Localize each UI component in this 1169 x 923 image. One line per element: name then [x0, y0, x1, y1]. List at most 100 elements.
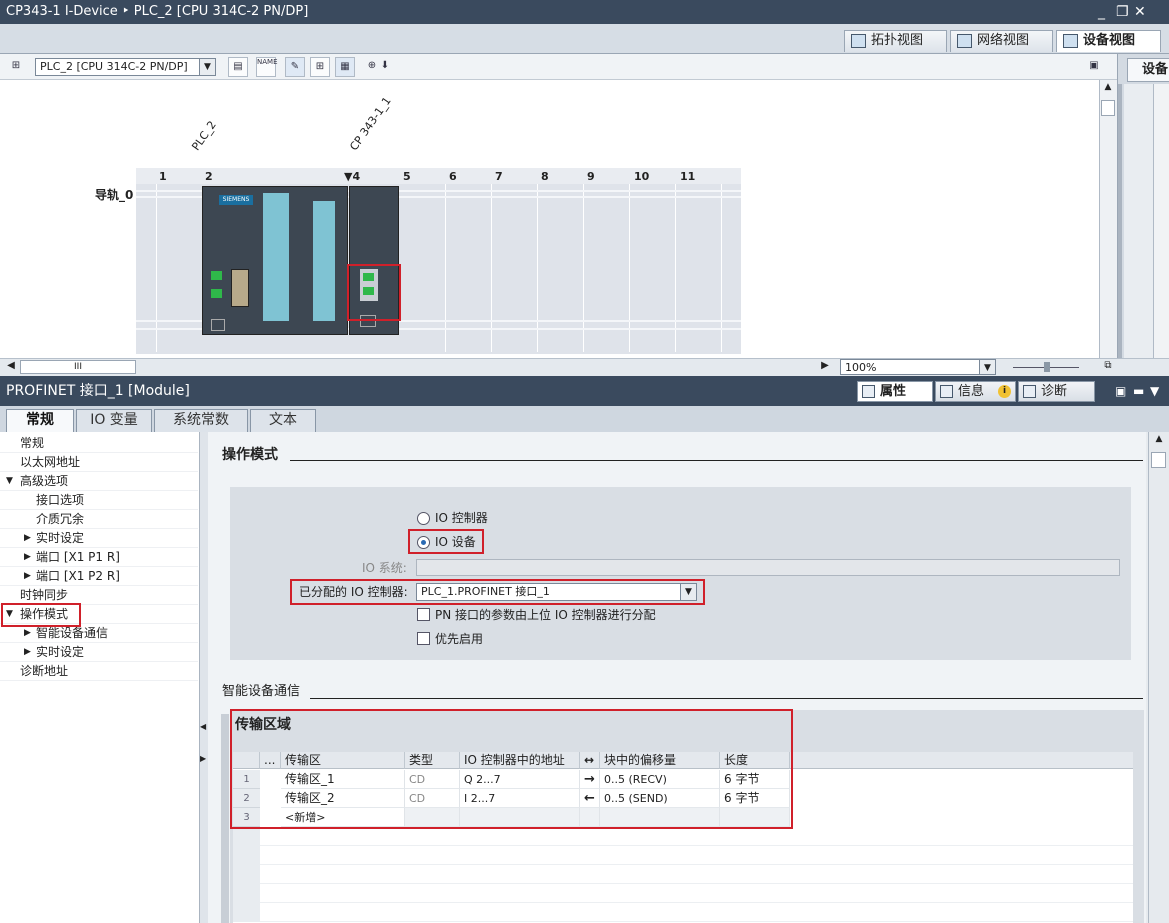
- nav-item-ethernet-address[interactable]: 以太网地址: [0, 453, 198, 472]
- tab-network-view[interactable]: 网络视图: [950, 30, 1053, 52]
- expand-icon[interactable]: ▼: [6, 472, 13, 491]
- tab-io-tags[interactable]: IO 变量: [76, 409, 152, 432]
- cp-port-highlight: [347, 264, 401, 321]
- nav-item-media-redundancy[interactable]: 介质冗余: [0, 510, 198, 529]
- expand-right-icon[interactable]: ▶: [200, 754, 206, 763]
- col-filler: [790, 752, 1133, 769]
- device-selector-value: PLC_2 [CPU 314C-2 PN/DP]: [40, 60, 188, 73]
- collapse-icon[interactable]: ▬: [1133, 376, 1144, 406]
- slot-divider: [629, 184, 630, 352]
- expand-icon[interactable]: ▶: [24, 567, 31, 586]
- slot-label: ▼4: [344, 170, 361, 183]
- expand-icon[interactable]: ▶: [24, 529, 31, 548]
- panel-splitter[interactable]: ◀ ▶: [200, 432, 208, 923]
- nav-item-label: 实时设定: [36, 645, 85, 659]
- tab-device-view[interactable]: 设备视图: [1056, 30, 1161, 52]
- pn-params-checkbox[interactable]: [417, 608, 430, 621]
- table-view-icon[interactable]: ▦: [335, 57, 355, 77]
- io-controller-radio[interactable]: [417, 512, 430, 525]
- tab-label: 信息: [958, 384, 985, 399]
- cpu-io-panel: [263, 193, 289, 321]
- window-layout-icon[interactable]: ▣: [1115, 376, 1126, 406]
- scroll-thumb[interactable]: [1101, 100, 1115, 116]
- slot-divider: [583, 184, 584, 352]
- siemens-logo: SIEMENS: [219, 195, 253, 205]
- nav-item-realtime-settings-2[interactable]: ▶ 实时设定: [0, 643, 198, 662]
- nav-item-port-p1[interactable]: ▶ 端口 [X1 P1 R]: [0, 548, 198, 567]
- strip-divider: [1118, 84, 1122, 358]
- name-rename-icon[interactable]: NAME: [256, 57, 278, 77]
- tab-properties[interactable]: 属性: [857, 381, 933, 402]
- hscroll-thumb[interactable]: III: [20, 360, 136, 374]
- nav-item-label: 端口 [X1 P1 R]: [36, 550, 120, 564]
- operation-mode-heading: 操作模式: [222, 447, 278, 463]
- tab-topology-view[interactable]: 拓扑视图: [844, 30, 947, 52]
- panel-edge: [221, 714, 229, 923]
- rack-view-icon[interactable]: ▤: [228, 57, 248, 77]
- tab-label: 诊断: [1041, 384, 1068, 399]
- scroll-up-icon[interactable]: ▲: [1151, 434, 1167, 448]
- overview-icon[interactable]: ▣: [1084, 57, 1104, 77]
- zoom-slider-handle[interactable]: [1044, 362, 1050, 372]
- priority-startup-label: 优先启用: [435, 632, 484, 646]
- nav-item-diagnostic-address[interactable]: 诊断地址: [0, 662, 198, 681]
- chevron-down-icon: ▼: [979, 360, 995, 374]
- empty-row: [233, 903, 1133, 922]
- draw-mode-icon[interactable]: ✎: [285, 57, 305, 77]
- network-icon: [957, 34, 972, 48]
- empty-row: [233, 827, 1133, 846]
- restore-button[interactable]: ❐: [1116, 0, 1129, 24]
- slot-label: 5: [403, 170, 411, 183]
- scroll-right-icon[interactable]: ▶: [818, 360, 832, 374]
- slot-divider: [721, 184, 722, 352]
- nav-item-general[interactable]: 常规: [0, 434, 198, 453]
- tab-general[interactable]: 常规: [6, 409, 74, 432]
- properties-vscroll[interactable]: ▲: [1148, 432, 1169, 923]
- nav-item-advanced-options[interactable]: ▼ 高级选项: [0, 472, 198, 491]
- nav-item-interface-options[interactable]: 接口选项: [0, 491, 198, 510]
- close-button[interactable]: ✕: [1134, 0, 1146, 24]
- strip-vscroll[interactable]: [1153, 84, 1169, 358]
- nav-item-label: 以太网地址: [20, 455, 81, 469]
- tab-diagnostics[interactable]: 诊断: [1018, 381, 1095, 402]
- inspector-title: PROFINET 接口_1 [Module]: [6, 383, 190, 399]
- slot-label: 8: [541, 170, 549, 183]
- fit-view-icon[interactable]: ⧉: [1100, 360, 1116, 374]
- nav-item-label: 诊断地址: [20, 664, 69, 678]
- device-data-strip: 设备: [1117, 54, 1169, 358]
- nav-item-label: 端口 [X1 P2 R]: [36, 569, 120, 583]
- empty-row: [233, 846, 1133, 865]
- assigned-controller-highlight: [290, 579, 705, 605]
- grid-icon[interactable]: ⊞: [310, 57, 330, 77]
- zoom-selector[interactable]: 100% ▼: [840, 359, 996, 375]
- cpu-module[interactable]: SIEMENS: [202, 186, 348, 335]
- expand-icon[interactable]: ▶: [24, 643, 31, 662]
- chevron-down-icon: ▼: [199, 59, 215, 75]
- nav-item-realtime-settings[interactable]: ▶ 实时设定: [0, 529, 198, 548]
- expand-icon[interactable]: ▶: [24, 548, 31, 567]
- slot-divider: [675, 184, 676, 352]
- collapse-left-icon[interactable]: ◀: [200, 722, 206, 731]
- network-tree-icon[interactable]: ⊞: [6, 57, 26, 77]
- slot-divider: [537, 184, 538, 352]
- scroll-thumb[interactable]: [1151, 452, 1166, 468]
- diagnostics-icon: [1023, 385, 1036, 398]
- device-data-tab[interactable]: 设备: [1127, 58, 1169, 82]
- scroll-left-icon[interactable]: ◀: [4, 360, 18, 374]
- info-badge-icon: i: [998, 385, 1011, 398]
- section-divider: [310, 698, 1143, 699]
- tab-system-constants[interactable]: 系统常数: [154, 409, 248, 432]
- chevron-down-icon[interactable]: ▼: [1150, 376, 1159, 406]
- device-selector[interactable]: PLC_2 [CPU 314C-2 PN/DP] ▼: [35, 58, 216, 76]
- tab-texts[interactable]: 文本: [250, 409, 316, 432]
- canvas-vscroll[interactable]: ▲: [1099, 80, 1117, 358]
- zoom-dropdown-icon[interactable]: ⬇: [378, 57, 392, 77]
- tab-info[interactable]: 信息 i: [935, 381, 1016, 402]
- ethernet-port-icon: [211, 271, 222, 280]
- nav-item-label: 接口选项: [36, 493, 85, 507]
- nav-item-port-p2[interactable]: ▶ 端口 [X1 P2 R]: [0, 567, 198, 586]
- minimize-button[interactable]: _: [1098, 0, 1105, 24]
- window-title-bar: CP343-1 I-Device ‣ PLC_2 [CPU 314C-2 PN/…: [0, 0, 1169, 24]
- scroll-up-icon[interactable]: ▲: [1101, 82, 1115, 96]
- priority-startup-checkbox[interactable]: [417, 632, 430, 645]
